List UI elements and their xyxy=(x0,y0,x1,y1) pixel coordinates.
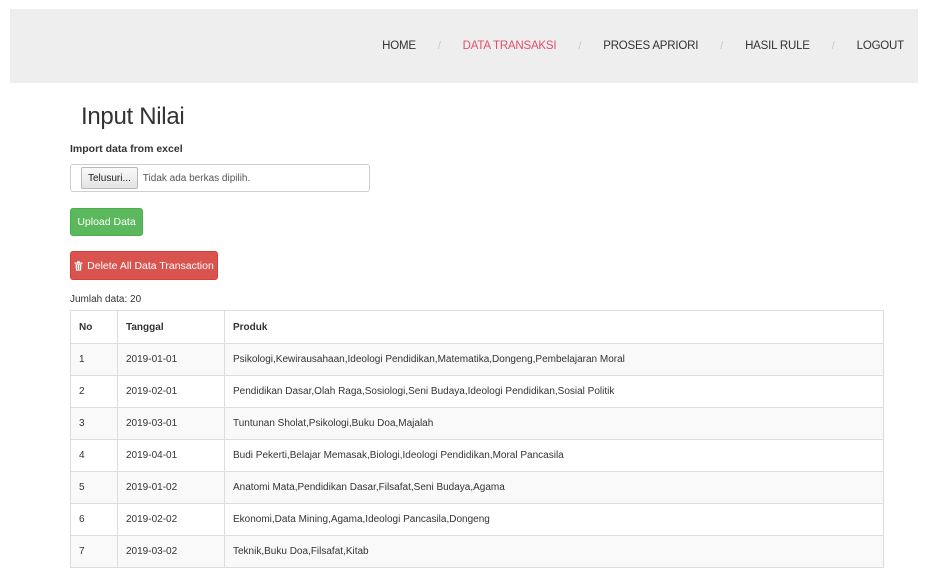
top-navbar: HOME / DATA TRANSAKSI / PROSES APRIORI /… xyxy=(10,9,918,83)
browse-button[interactable]: Telusuri... xyxy=(81,167,138,189)
cell-no: 5 xyxy=(70,471,118,504)
nav-separator: / xyxy=(437,40,441,52)
cell-tanggal: 2019-02-01 xyxy=(117,375,225,408)
file-input[interactable]: Telusuri... Tidak ada berkas dipilih. xyxy=(70,164,370,192)
nav-data-transaksi[interactable]: DATA TRANSAKSI xyxy=(463,40,557,52)
cell-produk: Ekonomi,Data Mining,Agama,Ideologi Panca… xyxy=(224,503,884,536)
page-title: Input Nilai xyxy=(81,103,185,130)
header-produk: Produk xyxy=(224,310,884,344)
nav-proses-apriori[interactable]: PROSES APRIORI xyxy=(603,40,698,52)
nav-hasil-rule[interactable]: HASIL RULE xyxy=(745,40,810,52)
cell-no: 2 xyxy=(70,375,118,408)
table-row: 7 2019-03-02 Teknik,Buku Doa,Filsafat,Ki… xyxy=(70,535,884,568)
upload-button[interactable]: Upload Data xyxy=(70,208,143,236)
cell-tanggal: 2019-02-02 xyxy=(117,503,225,536)
nav-separator: / xyxy=(578,40,582,52)
cell-produk: Teknik,Buku Doa,Filsafat,Kitab xyxy=(224,535,884,568)
cell-tanggal: 2019-01-01 xyxy=(117,343,225,376)
delete-all-button-label: Delete All Data Transaction xyxy=(87,259,214,272)
table-row: 5 2019-01-02 Anatomi Mata,Pendidikan Das… xyxy=(70,471,884,504)
cell-produk: Anatomi Mata,Pendidikan Dasar,Filsafat,S… xyxy=(224,471,884,504)
table-row: 6 2019-02-02 Ekonomi,Data Mining,Agama,I… xyxy=(70,503,884,536)
cell-no: 1 xyxy=(70,343,118,376)
cell-tanggal: 2019-03-01 xyxy=(117,407,225,440)
table-header-row: No Tanggal Produk xyxy=(70,310,884,344)
table-row: 2 2019-02-01 Pendidikan Dasar,Olah Raga,… xyxy=(70,375,884,408)
table-row: 4 2019-04-01 Budi Pekerti,Belajar Memasa… xyxy=(70,439,884,472)
header-tanggal: Tanggal xyxy=(117,310,225,344)
cell-produk: Pendidikan Dasar,Olah Raga,Sosiologi,Sen… xyxy=(224,375,884,408)
cell-no: 3 xyxy=(70,407,118,440)
cell-no: 7 xyxy=(70,535,118,568)
cell-tanggal: 2019-03-02 xyxy=(117,535,225,568)
cell-tanggal: 2019-04-01 xyxy=(117,439,225,472)
cell-no: 6 xyxy=(70,503,118,536)
upload-button-label: Upload Data xyxy=(77,216,136,228)
nav-separator: / xyxy=(831,40,835,52)
nav-home[interactable]: HOME xyxy=(382,40,416,52)
header-no: No xyxy=(70,310,118,344)
nav-logout[interactable]: LOGOUT xyxy=(857,40,905,52)
cell-produk: Budi Pekerti,Belajar Memasak,Biologi,Ide… xyxy=(224,439,884,472)
main-nav: HOME / DATA TRANSAKSI / PROSES APRIORI /… xyxy=(382,9,904,83)
import-label: Import data from excel xyxy=(70,143,183,155)
table-row: 1 2019-01-01 Psikologi,Kewirausahaan,Ide… xyxy=(70,343,884,376)
cell-produk: Tuntunan Sholat,Psikologi,Buku Doa,Majal… xyxy=(224,407,884,440)
cell-no: 4 xyxy=(70,439,118,472)
nav-separator: / xyxy=(720,40,724,52)
trash-icon xyxy=(74,260,83,271)
table-row: 3 2019-03-01 Tuntunan Sholat,Psikologi,B… xyxy=(70,407,884,440)
data-count: Jumlah data: 20 xyxy=(70,294,142,305)
transactions-table: No Tanggal Produk 1 2019-01-01 Psikologi… xyxy=(70,310,884,568)
delete-all-button[interactable]: Delete All Data Transaction xyxy=(70,251,218,280)
cell-tanggal: 2019-01-02 xyxy=(117,471,225,504)
file-status: Tidak ada berkas dipilih. xyxy=(142,172,251,184)
cell-produk: Psikologi,Kewirausahaan,Ideologi Pendidi… xyxy=(224,343,884,376)
